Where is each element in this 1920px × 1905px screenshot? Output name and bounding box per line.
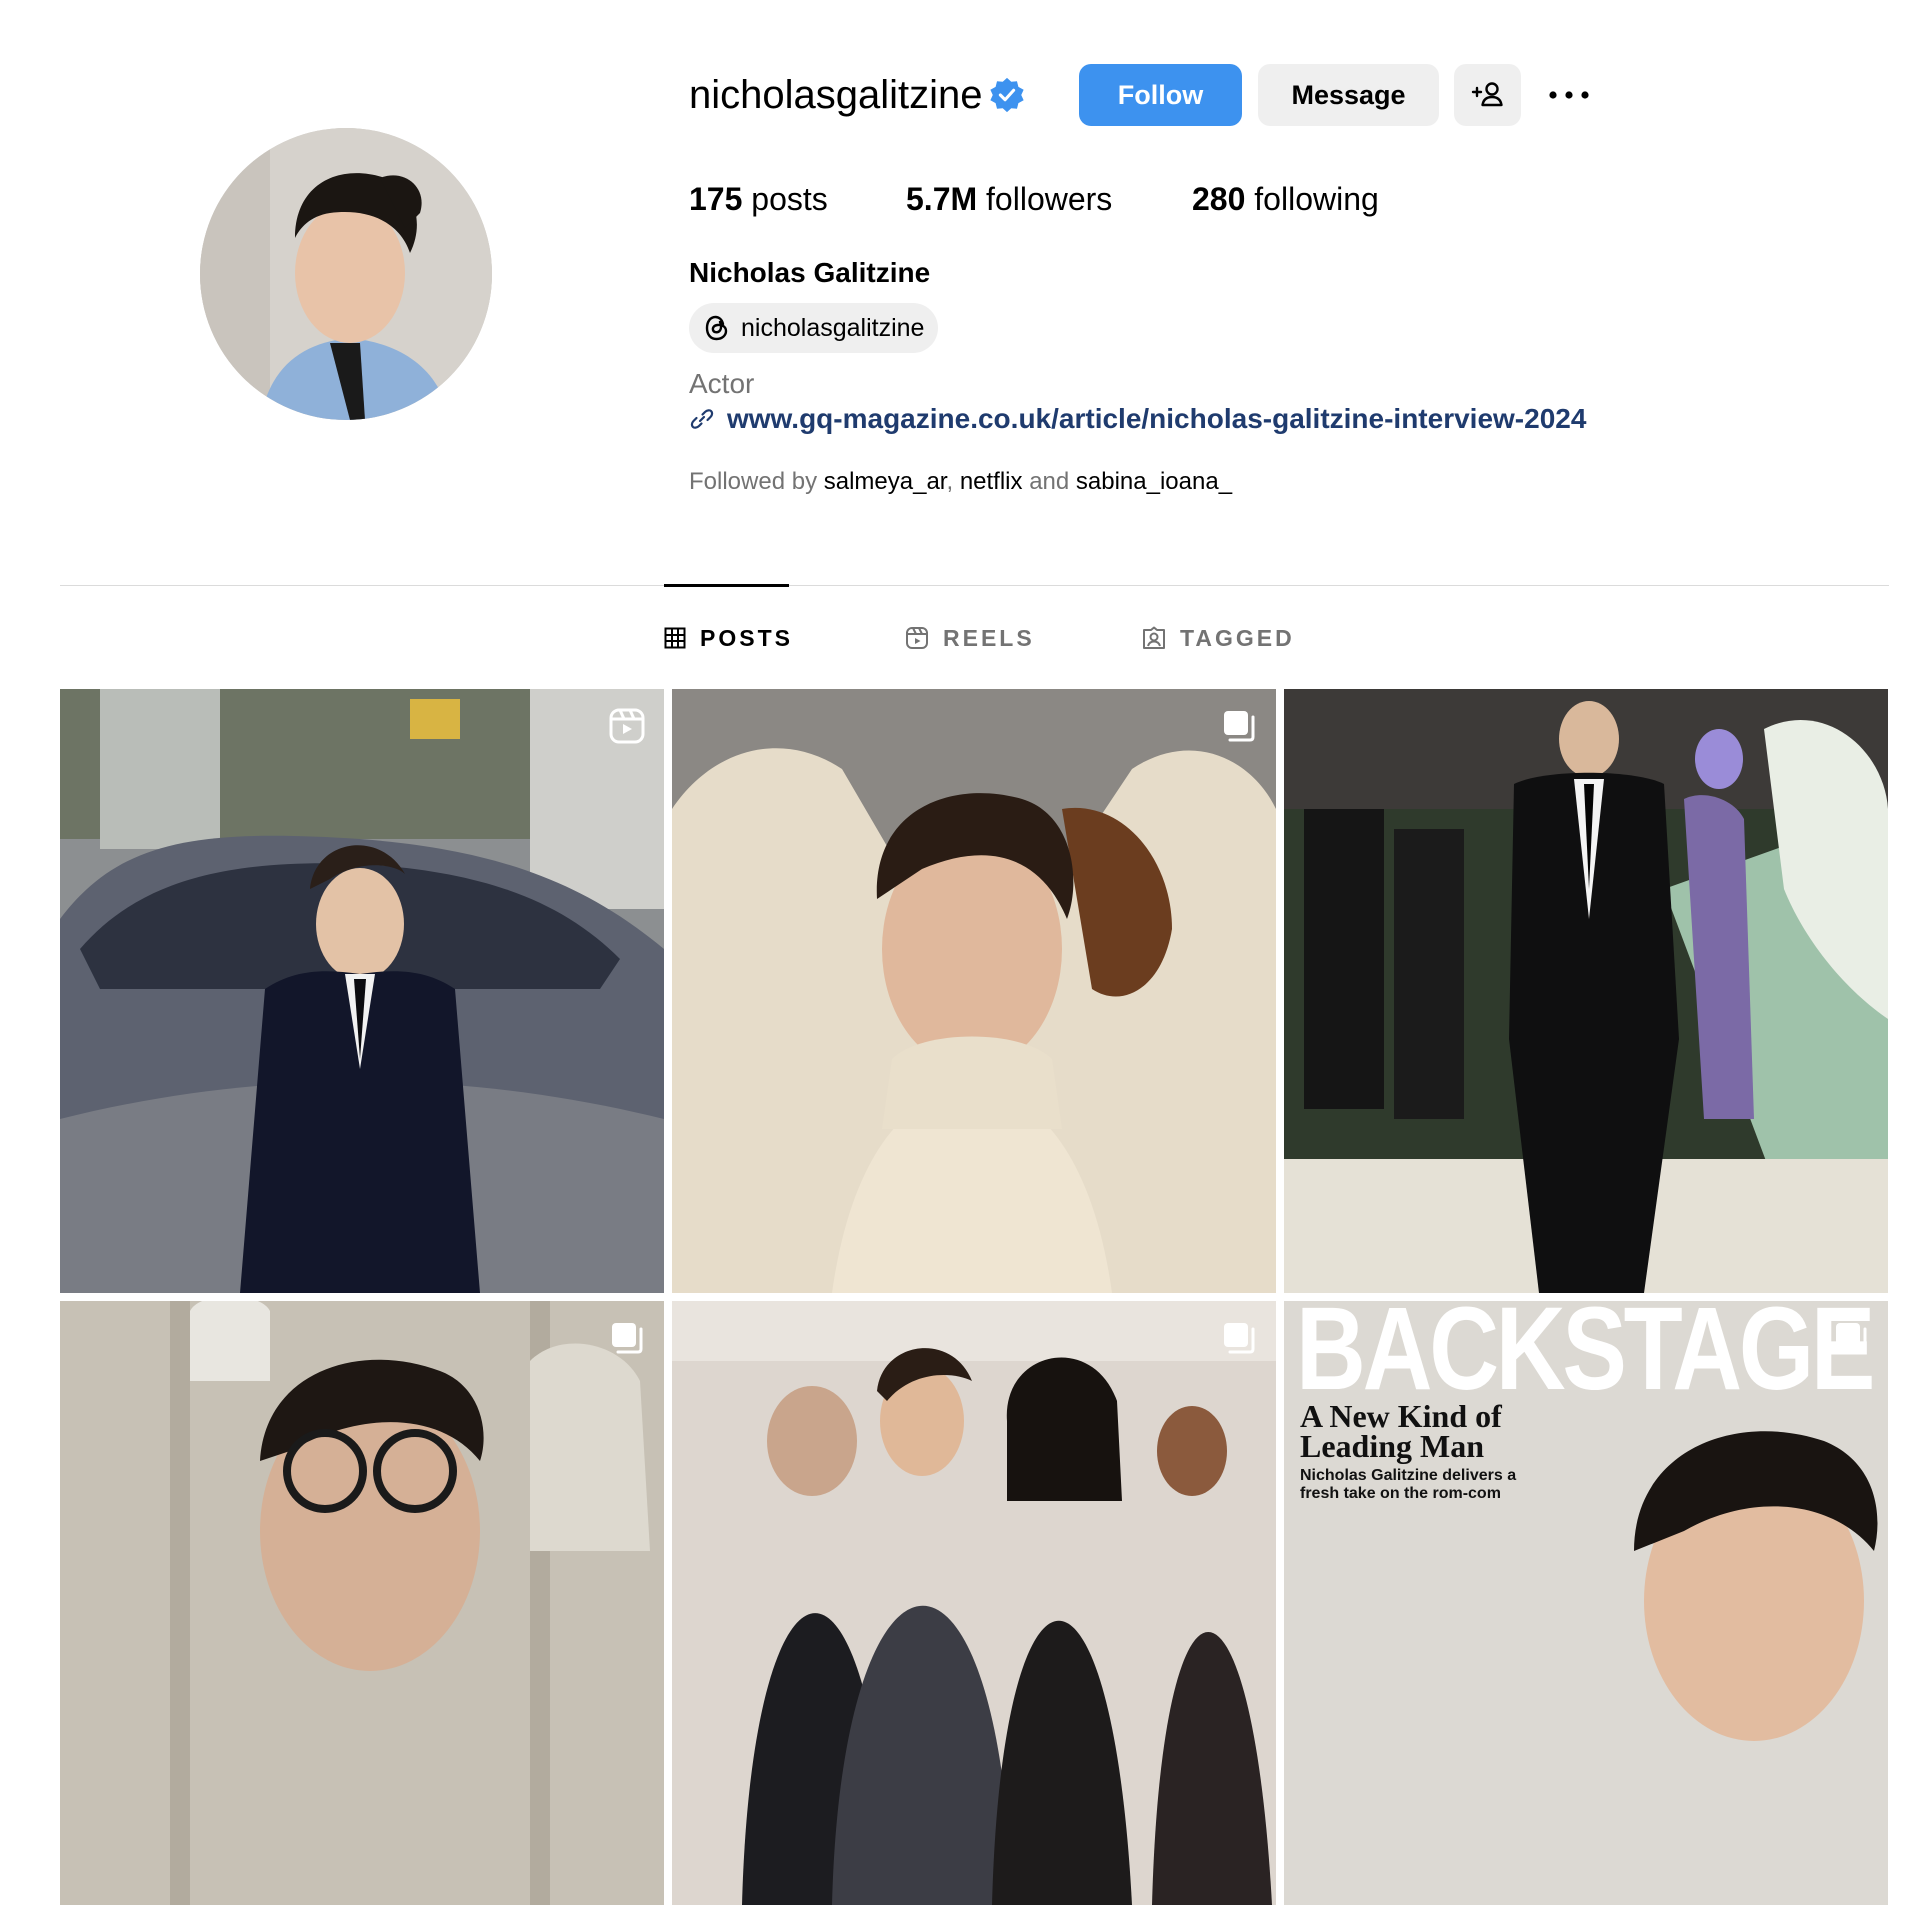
magazine-headline: A New Kind of Leading Man (1300, 1398, 1502, 1464)
carousel-badge-icon (1224, 1323, 1255, 1354)
followed-by[interactable]: Followed by salmeya_ar, netflix and sabi… (689, 466, 1232, 498)
active-tab-indicator (664, 584, 789, 587)
grid-icon (664, 627, 686, 649)
tagged-icon (1143, 626, 1165, 649)
threads-icon (705, 315, 728, 341)
tab-tagged-label: TAGGED (1180, 624, 1295, 651)
followed-by-user[interactable]: salmeya_ar (824, 468, 947, 495)
external-link[interactable]: www.gq-magazine.co.uk/article/nicholas-g… (689, 400, 1586, 438)
followers-count[interactable]: 5.7M followers (906, 177, 1112, 221)
post-tile[interactable] (672, 1301, 1276, 1905)
tab-reels[interactable]: REELS (905, 620, 1035, 656)
followers-count-value: 5.7M (906, 181, 978, 217)
carousel-badge-icon (1836, 1323, 1867, 1354)
post-image (60, 689, 664, 1293)
post-image (672, 689, 1276, 1293)
tab-posts[interactable]: POSTS (664, 620, 793, 656)
post-tile[interactable]: BACKSTAGE A New Kind of Leading Man Nich… (1284, 1301, 1888, 1905)
suggested-users-button[interactable] (1454, 64, 1521, 126)
following-count[interactable]: 280 following (1192, 177, 1379, 221)
verified-badge-icon (990, 77, 1024, 113)
post-tile[interactable] (60, 1301, 664, 1905)
follow-button[interactable]: Follow (1079, 64, 1242, 126)
tab-tagged[interactable]: TAGGED (1142, 620, 1295, 656)
tabs-divider (60, 585, 1889, 586)
following-count-value: 280 (1192, 181, 1246, 217)
threads-handle: nicholasgalitzine (741, 313, 925, 342)
post-tile[interactable] (60, 689, 664, 1293)
followed-by-and: and (1029, 468, 1070, 495)
post-tile[interactable] (1284, 689, 1888, 1293)
magazine-subheadline: Nicholas Galitzine delivers a fresh take… (1300, 1467, 1517, 1502)
post-image (672, 1301, 1276, 1905)
followed-by-user[interactable]: netflix (960, 468, 1023, 495)
profile-avatar[interactable] (200, 128, 492, 420)
external-link-text[interactable]: www.gq-magazine.co.uk/article/nicholas-g… (727, 403, 1586, 435)
posts-count-value: 175 (689, 181, 743, 217)
tab-posts-label: POSTS (700, 624, 793, 651)
posts-count-label: posts (751, 181, 828, 217)
avatar-image (200, 128, 492, 420)
carousel-badge-icon (1224, 711, 1255, 742)
followed-by-separator: , (946, 468, 954, 495)
message-button[interactable]: Message (1258, 64, 1439, 126)
followed-by-prefix: Followed by (689, 468, 818, 495)
threads-badge[interactable]: nicholasgalitzine (689, 303, 938, 353)
reel-badge-icon (609, 708, 645, 744)
add-person-icon (1471, 82, 1503, 107)
post-tile[interactable] (672, 689, 1276, 1293)
carousel-badge-icon (612, 1323, 643, 1354)
followers-count-label: followers (986, 181, 1113, 217)
bio-category: Actor (689, 368, 755, 399)
posts-count: 175 posts (689, 177, 828, 221)
tab-reels-label: REELS (943, 624, 1035, 651)
username: nicholasgalitzine (689, 73, 983, 117)
full-name: Nicholas Galitzine (689, 257, 931, 288)
post-image (1284, 689, 1888, 1293)
reels-icon (906, 627, 928, 649)
following-count-label: following (1254, 181, 1379, 217)
followed-by-user[interactable]: sabina_ioana_ (1076, 468, 1232, 495)
post-image (60, 1301, 664, 1905)
link-icon (690, 409, 714, 429)
more-options-icon[interactable] (1546, 76, 1592, 114)
